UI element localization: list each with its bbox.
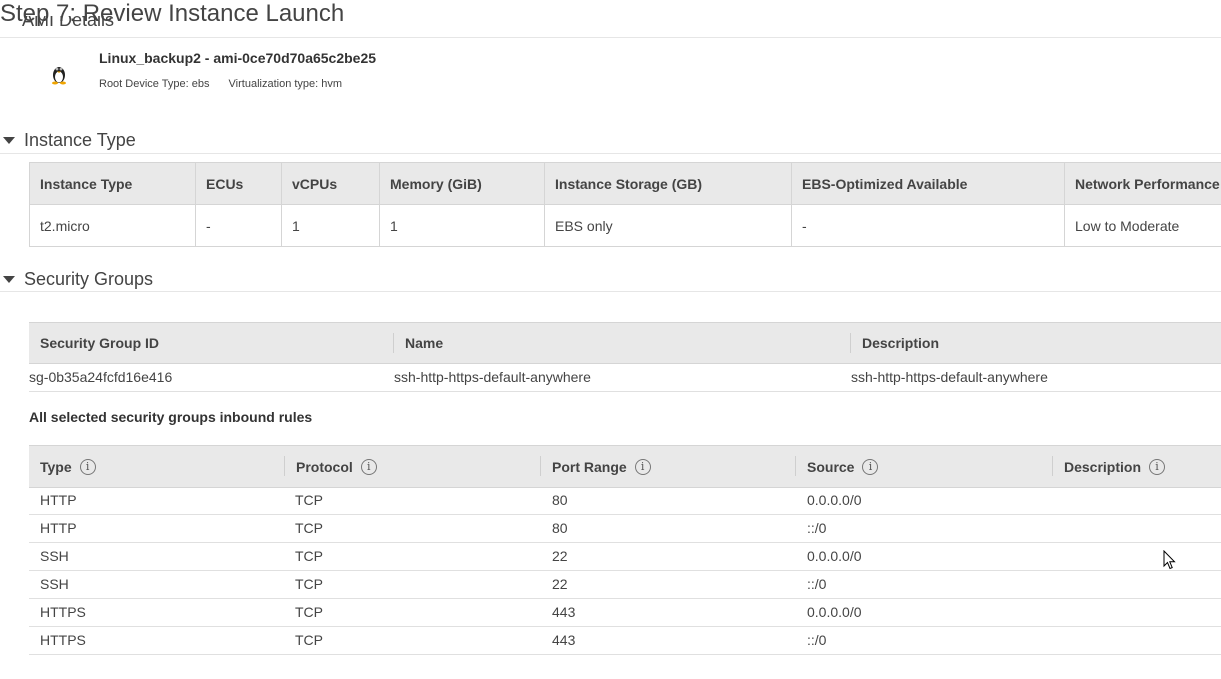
cell-ecus: - [195,204,282,247]
collapse-caret-icon[interactable] [3,276,15,283]
table-row: sg-0b35a24fcfd16e416 ssh-http-https-defa… [29,363,1221,392]
cell-port-range: 80 [552,520,568,536]
column-separator [284,456,285,476]
divider [0,37,1221,38]
col-rule-description[interactable]: Description i [1064,446,1166,487]
cell-type: HTTPS [40,632,86,648]
security-groups-header: Security Group ID Name Description [29,322,1221,364]
cell-memory: 1 [379,204,545,247]
cell-protocol: TCP [295,604,323,620]
cell-description: ssh-http-https-default-anywhere [851,369,1048,385]
table-row: HTTPS TCP 443 0.0.0.0/0 [29,598,1221,627]
column-separator [393,333,394,353]
col-memory[interactable]: Memory (GiB) [379,162,545,205]
divider [0,291,1221,292]
col-security-group-id[interactable]: Security Group ID [40,323,159,363]
cell-port-range: 22 [552,548,568,564]
table-row: SSH TCP 22 0.0.0.0/0 [29,542,1221,571]
column-separator [850,333,851,353]
cell-port-range: 80 [552,492,568,508]
info-icon[interactable]: i [634,458,651,475]
cell-source: ::/0 [807,632,827,648]
column-separator [795,456,796,476]
info-icon[interactable]: i [360,458,377,475]
cell-source: 0.0.0.0/0 [807,492,862,508]
col-type[interactable]: Type i [40,446,96,487]
cell-protocol: TCP [295,548,323,564]
cell-port-range: 443 [552,604,576,620]
cell-name: ssh-http-https-default-anywhere [394,369,591,385]
col-description[interactable]: Description [862,323,939,363]
instance-type-heading[interactable]: Instance Type [24,130,136,151]
mouse-cursor-icon [1163,549,1176,573]
cell-source: ::/0 [807,576,827,592]
cell-ebs-optimized: - [791,204,1065,247]
cell-type: SSH [40,548,69,564]
collapse-caret-icon[interactable] [3,137,15,144]
ami-meta: Root Device Type: ebs Virtualization typ… [99,78,342,90]
info-icon[interactable]: i [79,458,96,475]
divider [0,153,1221,154]
cell-protocol: TCP [295,520,323,536]
column-separator [540,456,541,476]
table-row: SSH TCP 22 ::/0 [29,570,1221,599]
col-protocol[interactable]: Protocol i [296,446,377,487]
col-network-performance[interactable]: Network Performance [1064,162,1221,205]
inbound-rules-header: Type i Protocol i Port Range i Source i Desc… [29,445,1221,488]
cell-protocol: TCP [295,576,323,592]
cell-instance-storage: EBS only [544,204,792,247]
cell-port-range: 443 [552,632,576,648]
col-ecus[interactable]: ECUs [195,162,282,205]
cell-protocol: TCP [295,632,323,648]
col-vcpus[interactable]: vCPUs [281,162,380,205]
virtualization-type: Virtualization type: hvm [228,78,343,90]
cell-type: HTTP [40,520,77,536]
ami-name: Linux_backup2 - ami-0ce70d70a65c2be25 [99,50,377,66]
cell-type: SSH [40,576,69,592]
inbound-rules-heading: All selected security groups inbound rul… [29,409,313,425]
cell-type: HTTP [40,492,77,508]
linux-penguin-icon [50,63,68,88]
table-row: HTTP TCP 80 0.0.0.0/0 [29,486,1221,515]
cell-security-group-id: sg-0b35a24fcfd16e416 [29,369,173,385]
col-instance-storage[interactable]: Instance Storage (GB) [544,162,792,205]
table-row: HTTP TCP 80 ::/0 [29,514,1221,543]
security-groups-heading[interactable]: Security Groups [24,269,153,290]
table-header-row: Instance Type ECUs vCPUs Memory (GiB) In… [29,162,1221,205]
cell-instance-type: t2.micro [29,204,196,247]
cell-port-range: 22 [552,576,568,592]
ami-details-heading[interactable]: AMI Details [22,16,114,34]
col-instance-type[interactable]: Instance Type [29,162,196,205]
col-ebs-optimized[interactable]: EBS-Optimized Available [791,162,1065,205]
cell-source: 0.0.0.0/0 [807,604,862,620]
info-icon[interactable]: i [862,458,879,475]
column-separator [1052,456,1053,476]
cell-source: ::/0 [807,520,827,536]
cell-type: HTTPS [40,604,86,620]
cell-vcpus: 1 [281,204,380,247]
table-row: t2.micro - 1 1 EBS only - Low to Moderat… [29,204,1221,247]
table-row: HTTPS TCP 443 ::/0 [29,626,1221,655]
cell-protocol: TCP [295,492,323,508]
col-source[interactable]: Source i [807,446,879,487]
root-device-type: Root Device Type: ebs [99,78,210,90]
cell-source: 0.0.0.0/0 [807,548,862,564]
info-icon[interactable]: i [1149,458,1166,475]
cell-network-performance: Low to Moderate [1064,204,1221,247]
instance-type-table: Instance Type ECUs vCPUs Memory (GiB) In… [29,162,1221,247]
col-port-range[interactable]: Port Range i [552,446,651,487]
col-name[interactable]: Name [405,323,443,363]
